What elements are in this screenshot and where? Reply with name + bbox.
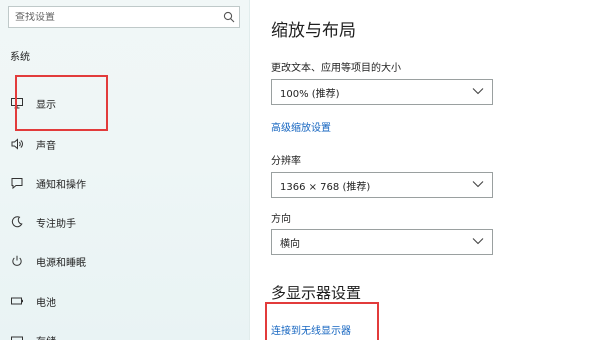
main-panel: 缩放与布局 更改文本、应用等项目的大小 100% (推荐) 高级缩放设置 分辨率…: [250, 0, 600, 340]
notification-icon: [8, 174, 26, 192]
chevron-down-icon: [472, 237, 484, 248]
orientation-label: 方向: [271, 214, 291, 225]
power-icon: [8, 252, 26, 270]
sidebar-item-label: 专注助手: [36, 218, 76, 230]
sidebar-item-label: 电池: [36, 297, 56, 309]
resolution-label: 分辨率: [271, 156, 301, 167]
sidebar-item-power-sleep[interactable]: 电源和睡眠: [0, 248, 250, 274]
scale-value: 100% (推荐): [280, 88, 340, 100]
sidebar-item-battery[interactable]: 电池: [0, 288, 250, 314]
sound-icon: [8, 135, 26, 153]
storage-icon: [8, 331, 26, 340]
search-icon[interactable]: [219, 7, 239, 27]
advanced-scaling-link[interactable]: 高级缩放设置: [271, 119, 331, 134]
page-title: 缩放与布局: [271, 21, 356, 41]
chevron-down-icon: [472, 180, 484, 191]
selection-highlight: [15, 75, 108, 131]
link-highlight: [265, 302, 379, 340]
resolution-value: 1366 × 768 (推荐): [280, 181, 371, 193]
sidebar-item-label: 通知和操作: [36, 179, 86, 191]
moon-icon: [8, 213, 26, 231]
sidebar-item-label: 电源和睡眠: [36, 257, 86, 269]
search-box[interactable]: [8, 6, 240, 28]
sidebar-item-focus-assist[interactable]: 专注助手: [0, 209, 250, 235]
scale-dropdown[interactable]: 100% (推荐): [271, 79, 493, 105]
orientation-dropdown[interactable]: 横向: [271, 229, 493, 255]
battery-icon: [8, 292, 26, 310]
sidebar-item-storage[interactable]: 存储: [0, 327, 250, 340]
sidebar-item-label: 存储: [36, 333, 56, 340]
sidebar-item-label: 声音: [36, 140, 56, 152]
sidebar: 系统 显示 声音 通知和操作 专注助手 电源和睡眠 电池: [0, 0, 250, 340]
chevron-down-icon: [472, 87, 484, 98]
sidebar-item-notifications[interactable]: 通知和操作: [0, 170, 250, 196]
sidebar-section-title: 系统: [10, 52, 30, 63]
multi-display-title: 多显示器设置: [271, 284, 362, 302]
orientation-value: 横向: [280, 238, 300, 250]
search-input[interactable]: [9, 11, 219, 23]
scale-label: 更改文本、应用等项目的大小: [271, 63, 401, 74]
resolution-dropdown[interactable]: 1366 × 768 (推荐): [271, 172, 493, 198]
sidebar-item-sound[interactable]: 声音: [0, 131, 250, 157]
